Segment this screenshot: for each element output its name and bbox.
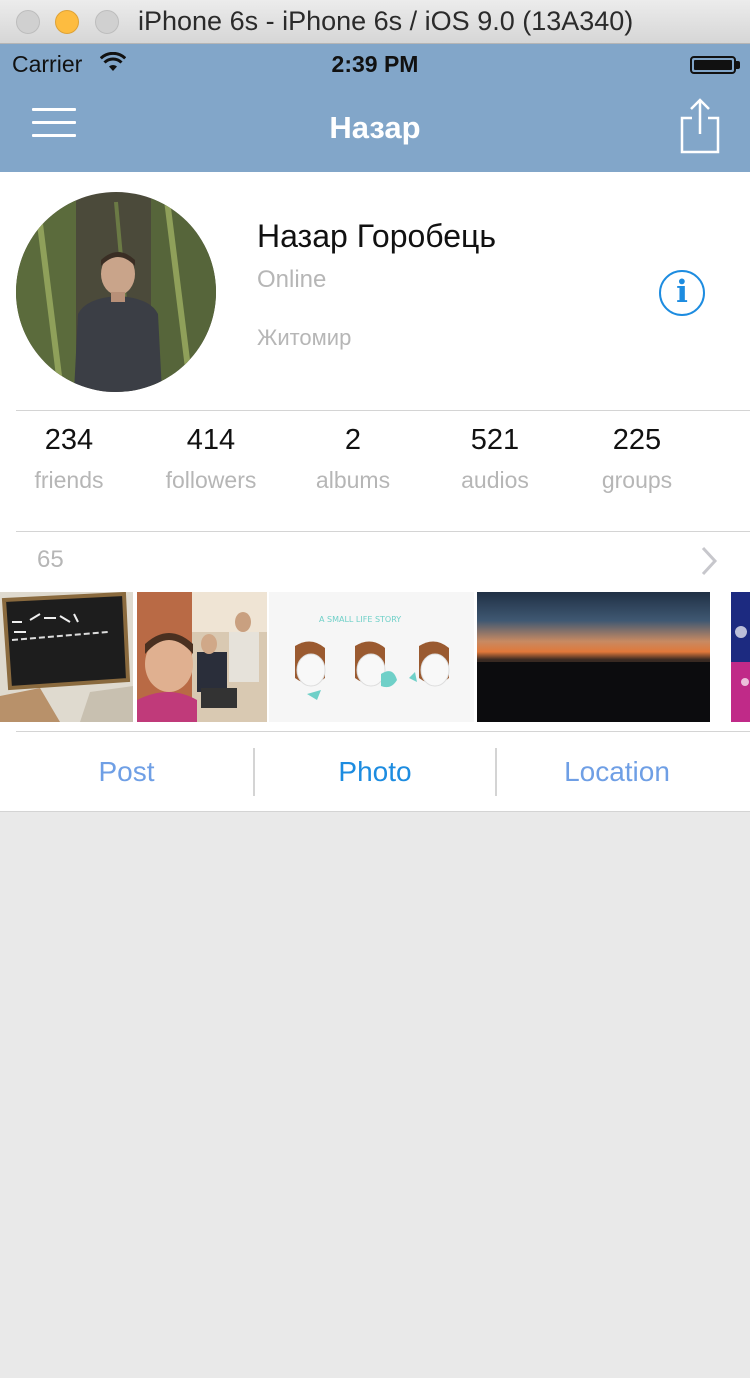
profile-card: Назар Горобець Online Житомир i 234 frie… xyxy=(0,172,750,812)
nav-title: Назар xyxy=(329,110,421,145)
counter-followers[interactable]: 414 followers xyxy=(140,424,282,494)
tab-post[interactable]: Post xyxy=(0,732,253,812)
counter-friends[interactable]: 234 friends xyxy=(0,424,140,494)
simulator-title-bar: iPhone 6s - iPhone 6s / iOS 9.0 (13A340) xyxy=(0,0,750,44)
photo-thumbnail[interactable] xyxy=(731,592,750,722)
counter-label: groups xyxy=(601,467,673,493)
chevron-right-icon xyxy=(701,546,718,576)
avatar[interactable] xyxy=(16,192,216,392)
counter-value: 2 xyxy=(344,424,362,456)
profile-city: Житомир xyxy=(257,325,352,350)
content-tabs: Post Photo Location xyxy=(0,732,750,812)
counter-label: albums xyxy=(315,467,391,493)
info-icon[interactable]: i xyxy=(659,270,705,316)
status-bar: Carrier 2:39 PM xyxy=(0,44,750,84)
profile-name: Назар Горобець xyxy=(257,218,497,254)
counter-audios[interactable]: 521 audios xyxy=(424,424,566,494)
counters-row: 234 friends 414 followers 2 albums 521 a… xyxy=(0,424,750,504)
counter-groups[interactable]: 225 groups xyxy=(566,424,708,494)
battery-tip xyxy=(736,61,740,69)
photo-thumbnail[interactable] xyxy=(0,592,133,722)
counter-label: audios xyxy=(461,467,529,493)
share-icon[interactable] xyxy=(672,96,728,158)
counter-label: followers xyxy=(165,467,257,493)
photo-thumbnail[interactable] xyxy=(477,592,710,722)
photo-thumbnail[interactable]: A SMALL LIFE STORY xyxy=(269,592,474,722)
counter-value: 225 xyxy=(612,424,662,456)
battery-icon xyxy=(690,56,736,74)
counter-partial[interactable]: p xyxy=(708,424,750,494)
counter-value: 521 xyxy=(470,424,520,456)
clock-time: 2:39 PM xyxy=(331,51,419,77)
counter-value: 234 xyxy=(44,424,94,456)
svg-text:A SMALL LIFE STORY: A SMALL LIFE STORY xyxy=(319,615,401,624)
counter-label: friends xyxy=(34,467,104,493)
photos-row[interactable]: 65 xyxy=(0,532,750,592)
counter-albums[interactable]: 2 albums xyxy=(282,424,424,494)
tab-location[interactable]: Location xyxy=(497,732,737,812)
window-title: iPhone 6s - iPhone 6s / iOS 9.0 (13A340) xyxy=(138,6,634,36)
counter-value xyxy=(708,424,750,457)
counter-label: p xyxy=(708,467,750,494)
tab-photo[interactable]: Photo xyxy=(255,732,495,812)
close-window-button[interactable] xyxy=(16,10,40,34)
online-status: Online xyxy=(257,266,327,293)
divider xyxy=(16,410,750,411)
minimize-window-button[interactable] xyxy=(55,10,79,34)
counter-value: 414 xyxy=(186,424,236,456)
navigation-bar: Назар xyxy=(0,84,750,172)
photo-strip: A SMALL LIFE STORY xyxy=(0,592,750,722)
photo-thumbnail[interactable] xyxy=(137,592,267,722)
zoom-window-button[interactable] xyxy=(95,10,119,34)
divider xyxy=(0,811,750,812)
photos-count: 65 xyxy=(37,546,64,573)
